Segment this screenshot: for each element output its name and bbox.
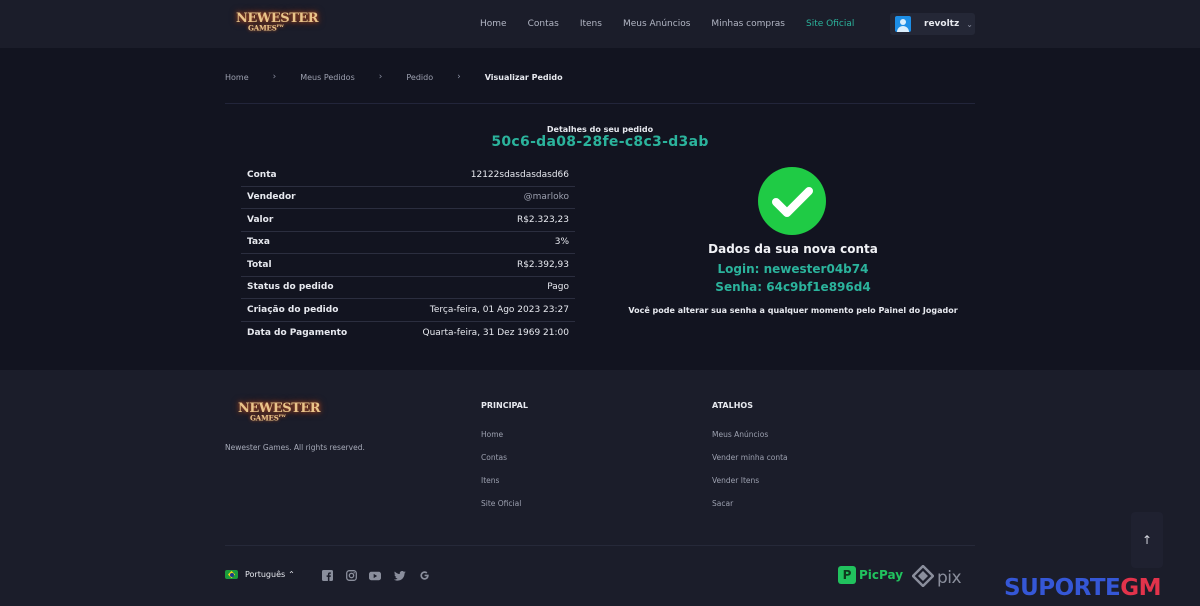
- user-menu[interactable]: revoltz ⌄: [890, 13, 975, 35]
- detail-label: Valor: [247, 214, 274, 225]
- arrow-up-icon: ↑: [1141, 533, 1153, 547]
- detail-value: Terça-feira, 01 Ago 2023 23:27: [429, 304, 569, 315]
- detail-label: Conta: [247, 169, 277, 180]
- detail-value: 3%: [554, 237, 569, 248]
- detail-label: Criação do pedido: [247, 304, 339, 315]
- detail-row-total: Total R$2.392,93: [241, 254, 575, 277]
- detail-row-vendedor: Vendedor @marloko: [241, 187, 575, 209]
- detail-row-status: Status do pedido Pago: [241, 277, 575, 299]
- footer: NEWESTER GAMESPW Newester Games. All rig…: [0, 370, 1200, 606]
- detail-row-criacao: Criação do pedido Terça-feira, 01 Ago 20…: [241, 299, 575, 322]
- chevron-down-icon: ⌄: [966, 19, 973, 29]
- pix-icon: [911, 564, 935, 591]
- footer-link-vender-itens[interactable]: Vender Itens: [712, 476, 759, 485]
- twitter-icon[interactable]: [394, 570, 406, 581]
- facebook-icon[interactable]: [321, 570, 333, 581]
- scroll-to-top-button[interactable]: ↑: [1131, 512, 1163, 568]
- detail-row-taxa: Taxa 3%: [241, 232, 575, 254]
- footer-link-contas[interactable]: Contas: [481, 453, 507, 462]
- breadcrumb: Home › Meus Pedidos › Pedido › Visualiza…: [225, 72, 563, 82]
- watermark-part-2: GM: [1120, 575, 1162, 601]
- nav-minhas-compras[interactable]: Minhas compras: [711, 19, 785, 29]
- breadcrumb-home[interactable]: Home: [225, 73, 249, 82]
- order-details-table: Conta 12122sdasdasdasd66 Vendedor @marlo…: [241, 164, 575, 344]
- google-icon[interactable]: [418, 570, 430, 581]
- footer-logo[interactable]: NEWESTER GAMESPW: [238, 401, 321, 427]
- account-password: Senha: 64c9bf1e896d4: [715, 280, 871, 294]
- logo-text-bottom: GAMESPW: [248, 23, 284, 33]
- detail-value: Quarta-feira, 31 Dez 1969 21:00: [422, 327, 569, 338]
- detail-label: Vendedor: [247, 192, 296, 203]
- nav-meus-anuncios[interactable]: Meus Anúncios: [623, 19, 690, 29]
- status-badge: Pago: [547, 282, 569, 293]
- breadcrumb-meus-pedidos[interactable]: Meus Pedidos: [300, 73, 355, 82]
- top-header: NEWESTER GAMESPW Home Contas Itens Meus …: [0, 0, 1200, 48]
- brand-logo[interactable]: NEWESTER GAMESPW: [236, 11, 319, 37]
- pix-label: pix: [937, 568, 962, 588]
- main-nav: Home Contas Itens Meus Anúncios Minhas c…: [480, 0, 875, 48]
- picpay-logo: P PicPay: [838, 566, 903, 584]
- divider: [225, 545, 975, 546]
- footer-link-site-oficial[interactable]: Site Oficial: [481, 499, 521, 508]
- logo-text-bottom: GAMESPW: [250, 413, 286, 423]
- detail-value: R$2.392,93: [516, 259, 569, 270]
- detail-label: Status do pedido: [247, 282, 334, 293]
- checkmark-icon: [758, 167, 826, 235]
- chevron-right-icon: ›: [457, 72, 461, 82]
- chevron-up-icon: ⌃: [288, 570, 295, 579]
- order-id: 50c6-da08-28fe-c8c3-d3ab: [491, 134, 709, 150]
- pix-logo: pix: [911, 564, 962, 591]
- nav-home[interactable]: Home: [480, 19, 507, 29]
- chevron-right-icon: ›: [272, 72, 277, 82]
- detail-value: 12122sdasdasdasd66: [470, 169, 569, 180]
- new-account-title: Dados da sua nova conta: [708, 242, 878, 256]
- picpay-label: PicPay: [859, 568, 904, 582]
- footer-link-meus-anuncios[interactable]: Meus Anúncios: [712, 430, 768, 439]
- watermark-part-1: SUPORTE: [1004, 575, 1121, 601]
- nav-site-oficial[interactable]: Site Oficial: [806, 19, 854, 29]
- picpay-icon: P: [838, 566, 856, 584]
- nav-contas[interactable]: Contas: [528, 19, 559, 29]
- detail-label: Total: [247, 259, 272, 270]
- footer-link-sacar[interactable]: Sacar: [712, 499, 733, 508]
- footer-link-home[interactable]: Home: [481, 430, 503, 439]
- youtube-icon[interactable]: [369, 570, 381, 581]
- footer-link-vender-conta[interactable]: Vender minha conta: [712, 453, 788, 462]
- nav-itens[interactable]: Itens: [580, 19, 602, 29]
- account-login: Login: newester04b74: [717, 262, 869, 276]
- username: revoltz: [924, 19, 960, 29]
- seller-link[interactable]: @marloko: [524, 192, 569, 202]
- breadcrumb-current: Visualizar Pedido: [484, 72, 563, 82]
- footer-principal-title: PRINCIPAL: [481, 401, 528, 410]
- detail-row-valor: Valor R$2.323,23: [241, 209, 575, 232]
- watermark: SUPORTEGM: [1004, 575, 1162, 601]
- detail-row-conta: Conta 12122sdasdasdasd66: [241, 164, 575, 187]
- order-details-label: Detalhes do seu pedido: [546, 125, 654, 134]
- brazil-flag-icon: [225, 570, 238, 579]
- detail-label: Taxa: [247, 237, 270, 248]
- language-selector[interactable]: Português ⌃: [225, 570, 295, 579]
- detail-value: R$2.323,23: [516, 214, 569, 225]
- instagram-icon[interactable]: [345, 570, 357, 581]
- detail-row-pagamento: Data do Pagamento Quarta-feira, 31 Dez 1…: [241, 322, 575, 345]
- language-label: Português: [245, 570, 286, 579]
- footer-atalhos-title: ATALHOS: [712, 401, 753, 410]
- footer-link-itens[interactable]: Itens: [481, 476, 499, 485]
- copyright-text: Newester Games. All rights reserved.: [225, 443, 365, 452]
- avatar: [895, 16, 911, 32]
- chevron-right-icon: ›: [378, 72, 383, 82]
- password-change-note: Você pode alterar sua senha a qualquer m…: [628, 306, 958, 315]
- breadcrumb-pedido[interactable]: Pedido: [406, 73, 433, 82]
- divider: [225, 103, 975, 104]
- detail-label: Data do Pagamento: [247, 327, 348, 338]
